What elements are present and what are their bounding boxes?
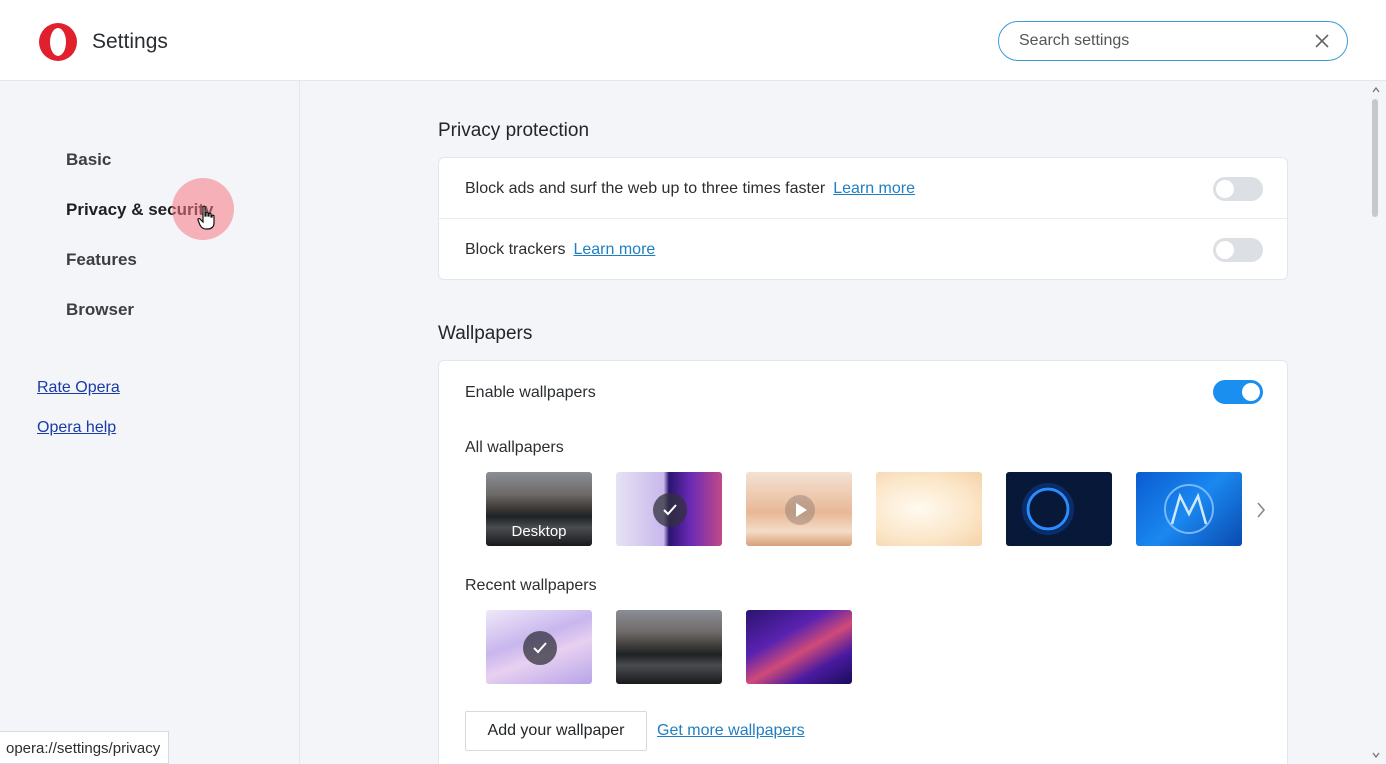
selected-check-icon <box>523 631 557 665</box>
wallpaper-thumb-purple[interactable] <box>616 472 722 546</box>
opera-m-logo-icon <box>1164 484 1214 534</box>
all-wallpapers-label: All wallpapers <box>465 439 564 456</box>
wallpapers-card: Enable wallpapers All wallpapers Desktop <box>438 360 1288 764</box>
scrollbar-thumb[interactable] <box>1372 99 1378 217</box>
chevron-right-icon[interactable] <box>1254 500 1268 520</box>
settings-content: Privacy protection Block ads and surf th… <box>301 81 1367 764</box>
wallpaper-thumb-cream[interactable] <box>876 472 982 546</box>
sidebar: Basic Privacy & security Features Browse… <box>0 81 300 764</box>
status-bar-url: opera://settings/privacy <box>0 731 170 764</box>
play-icon <box>785 495 815 525</box>
block-trackers-learn-more-link[interactable]: Learn more <box>573 241 655 258</box>
privacy-section-title: Privacy protection <box>438 120 590 141</box>
recent-wallpapers-label: Recent wallpapers <box>465 577 597 594</box>
scrollbar[interactable] <box>1367 81 1386 764</box>
wallpaper-thumb-dark-ring[interactable] <box>1006 472 1112 546</box>
privacy-card: Block ads and surf the web up to three t… <box>438 157 1288 280</box>
wallpaper-thumb-peach-video[interactable] <box>746 472 852 546</box>
recent-wallpaper-purple-wave[interactable] <box>746 610 852 684</box>
enable-wallpapers-toggle[interactable] <box>1213 380 1263 404</box>
add-wallpaper-button[interactable]: Add your wallpaper <box>465 711 647 751</box>
block-trackers-toggle[interactable] <box>1213 238 1263 262</box>
wallpaper-thumb-blue-logo[interactable] <box>1136 472 1242 546</box>
block-ads-row: Block ads and surf the web up to three t… <box>439 158 1287 219</box>
page-title: Settings <box>92 30 168 53</box>
search-input[interactable] <box>1019 31 1299 51</box>
opera-logo-icon <box>39 23 77 61</box>
wallpaper-thumb-desktop[interactable]: Desktop <box>486 472 592 546</box>
block-trackers-row: Block trackers Learn more <box>439 219 1287 280</box>
wallpaper-caption: Desktop <box>511 523 567 540</box>
hand-cursor-icon <box>197 205 215 230</box>
close-icon[interactable] <box>1313 32 1331 50</box>
recent-wallpaper-mountain[interactable] <box>616 610 722 684</box>
block-ads-toggle[interactable] <box>1213 177 1263 201</box>
get-more-wallpapers-link[interactable]: Get more wallpapers <box>657 722 805 740</box>
selected-check-icon <box>653 493 687 527</box>
block-trackers-label: Block trackers <box>465 241 566 258</box>
sidebar-item-basic[interactable]: Basic <box>66 150 111 170</box>
wallpapers-section-title: Wallpapers <box>438 323 533 344</box>
rate-opera-link[interactable]: Rate Opera <box>37 379 120 397</box>
settings-header: Settings <box>0 0 1386 81</box>
sidebar-item-features[interactable]: Features <box>66 250 137 270</box>
sidebar-item-browser[interactable]: Browser <box>66 300 134 320</box>
recent-wallpaper-lilac[interactable] <box>486 610 592 684</box>
enable-wallpapers-label: Enable wallpapers <box>465 384 596 401</box>
ring-icon <box>1022 483 1074 535</box>
block-ads-label: Block ads and surf the web up to three t… <box>465 180 826 197</box>
block-ads-learn-more-link[interactable]: Learn more <box>833 180 915 197</box>
scroll-up-arrow-icon[interactable] <box>1371 85 1381 95</box>
search-box[interactable] <box>998 21 1348 61</box>
opera-help-link[interactable]: Opera help <box>37 419 116 437</box>
scroll-down-arrow-icon[interactable] <box>1371 750 1381 760</box>
